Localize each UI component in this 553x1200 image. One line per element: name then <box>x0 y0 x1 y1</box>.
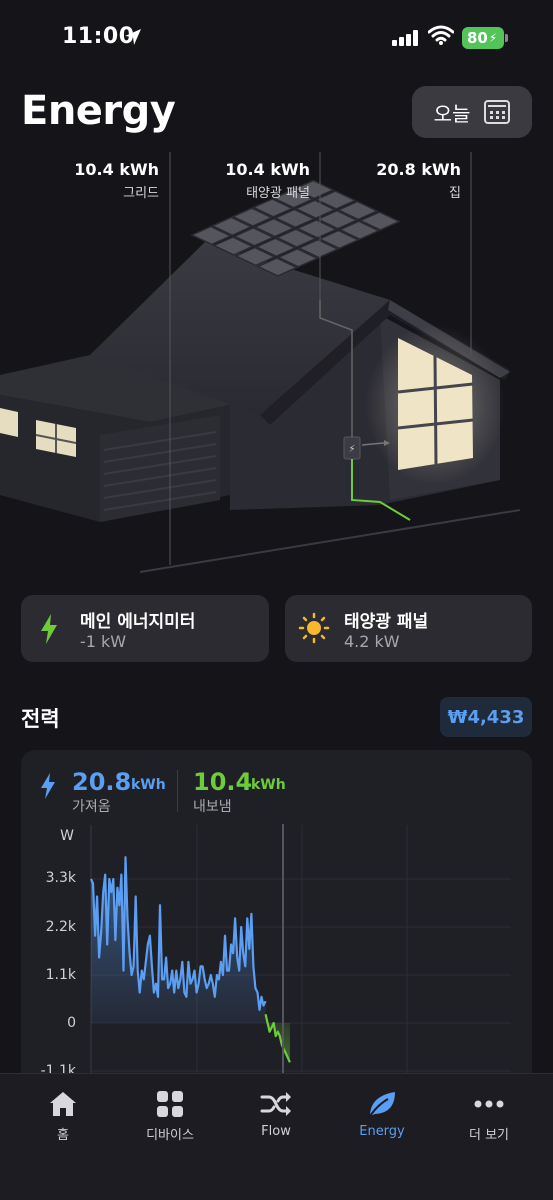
device-name: 태양광 패널 <box>344 612 429 632</box>
home-icon <box>50 1092 76 1116</box>
tab-more[interactable]: 더 보기 <box>444 1088 534 1143</box>
tab-home[interactable]: 홈 <box>18 1088 108 1143</box>
device-value: 4.2 kW <box>344 632 400 651</box>
devices-icon <box>157 1091 183 1117</box>
tab-label: Energy <box>359 1124 405 1139</box>
leaf-icon <box>368 1092 395 1119</box>
house-energy-scene: ⚡ 10.4 kWh 그리드 10.4 kWh 태양광 패널 20.8 kWh … <box>0 150 553 590</box>
device-name: 메인 에너지미터 <box>80 612 196 632</box>
device-card-solar-panel[interactable]: 태양광 패널 4.2 kW <box>285 595 532 662</box>
import-area <box>91 857 266 1023</box>
location-arrow-icon <box>125 29 141 45</box>
grid-value: 10.4 kWh <box>74 160 159 179</box>
cost-badge[interactable]: ₩4,433 <box>440 697 532 737</box>
tab-devices[interactable]: 디바이스 <box>125 1088 215 1143</box>
tab-energy[interactable]: Energy <box>337 1088 427 1139</box>
device-value: -1 kW <box>80 632 127 651</box>
device-card-energy-meter[interactable]: 메인 에너지미터 -1 kW <box>21 595 269 662</box>
date-picker-button[interactable]: 오늘 <box>412 86 532 138</box>
sun-icon <box>298 612 330 644</box>
battery-level: 80 <box>467 29 488 47</box>
more-icon <box>474 1100 504 1108</box>
calendar-icon <box>484 100 511 124</box>
status-bar: 11:00 80 ⚡ <box>0 0 553 70</box>
power-section-title: 전력 <box>21 707 60 731</box>
signal-icon <box>392 30 418 46</box>
tab-label: 디바이스 <box>146 1128 194 1143</box>
wifi-icon <box>428 25 454 45</box>
tab-label: Flow <box>261 1124 291 1139</box>
house-illustration: ⚡ <box>0 152 553 590</box>
home-label: 20.8 kWh 집 <box>376 160 461 201</box>
tab-bar: 홈 디바이스 Flow Energy 더 보기 <box>0 1073 553 1200</box>
tab-label: 홈 <box>57 1128 69 1143</box>
bolt-icon <box>41 614 57 644</box>
page-title: Energy <box>21 88 176 134</box>
solar-name: 태양광 패널 <box>246 186 310 201</box>
home-value: 20.8 kWh <box>376 160 461 179</box>
home-name: 집 <box>449 186 461 201</box>
power-chart-panel[interactable]: 20.8 kWh 가져옴 10.4 kWh 내보냄 W 3.3k 2.2k 1.… <box>21 750 532 1090</box>
grid-name: 그리드 <box>123 186 159 201</box>
grid-label: 10.4 kWh 그리드 <box>74 160 159 201</box>
svg-text:⚡: ⚡ <box>348 444 355 455</box>
date-button-label: 오늘 <box>433 101 471 126</box>
tab-flow[interactable]: Flow <box>231 1088 321 1139</box>
solar-value: 10.4 kWh <box>225 160 310 179</box>
battery-icon: 80 ⚡ <box>462 27 508 49</box>
solar-label: 10.4 kWh 태양광 패널 <box>225 160 310 201</box>
shuffle-icon <box>260 1092 291 1116</box>
tab-label: 더 보기 <box>468 1128 509 1143</box>
power-chart[interactable] <box>21 750 532 1090</box>
